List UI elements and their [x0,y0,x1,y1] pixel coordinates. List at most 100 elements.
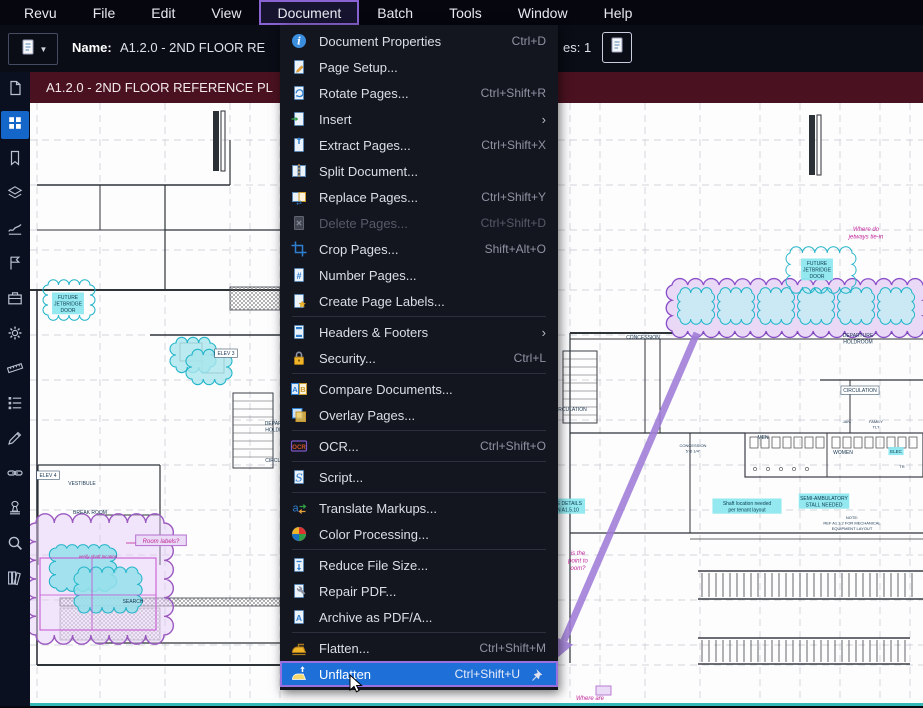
future-jetbridge-markup[interactable] [666,279,923,338]
document-tab[interactable]: A1.2.0 - 2ND FLOOR REFERENCE PL [46,80,273,95]
menu-item-label: Extract Pages... [319,138,411,153]
menu-item-create-page-labels[interactable]: Create Page Labels... [280,288,558,314]
plan-annotation-cyan[interactable]: FUTUREJETBRIDGEDOOR [52,293,84,315]
sidebar-item-links[interactable] [1,461,29,489]
menu-item-label: Security... [319,351,376,366]
menu-item-color-processing[interactable]: Color Processing... [280,521,558,547]
plan-annotation-label: WOMEN [833,450,853,456]
plan-annotation-cyan[interactable]: ELEC [888,447,903,455]
sidebar-item-thumbnails[interactable] [1,111,29,139]
menu-item-replace-pages[interactable]: ⇄Replace Pages...Ctrl+Shift+Y [280,184,558,210]
menu-item-number-pages[interactable]: #Number Pages... [280,262,558,288]
sidebar-item-properties[interactable] [1,321,29,349]
menu-tools[interactable]: Tools [431,0,500,25]
menu-item-unflatten[interactable]: UnflattenCtrl+Shift+U [280,661,558,687]
menu-file[interactable]: File [75,0,134,25]
menu-item-label: Flatten... [319,641,370,656]
forms-icon [6,429,24,452]
plan-annotation-magenta[interactable]: verify shaft location [79,554,118,559]
plan-annotation-cyan[interactable]: Shaft location neededper tenant layout [712,499,781,514]
security-icon [290,349,308,367]
menu-item-label: Translate Markups... [319,501,437,516]
plan-annotation-label: CONCESSION [626,335,660,341]
menu-item-ocr[interactable]: OCROCR...Ctrl+Shift+O [280,433,558,459]
menu-item-headers-footers[interactable]: Headers & Footers› [280,319,558,345]
plan-annotation-cyan[interactable]: SEMI-AMBULATORYSTALL NEEDED [799,494,850,509]
mouse-cursor [349,674,365,696]
menu-edit[interactable]: Edit [133,0,193,25]
menu-item-crop-pages[interactable]: Crop Pages...Shift+Alt+O [280,236,558,262]
svg-text:CIRCULATION: CIRCULATION [843,388,877,394]
menu-item-page-setup[interactable]: Page Setup... [280,54,558,80]
magenta-box-markup[interactable] [596,686,611,695]
plan-annotation-cyan[interactable]: FUTUREJETBRIDGEDOOR [801,259,833,281]
menu-item-flatten[interactable]: Flatten...Ctrl+Shift+M [280,635,558,661]
menu-separator [292,632,546,633]
menu-shortcut: Ctrl+Shift+O [480,439,546,453]
svg-text:Shaft location neededper tenan: Shaft location neededper tenant layout [723,501,772,514]
sidebar-item-markup-list[interactable] [1,391,29,419]
plan-annotation-magenta[interactable]: Where dojetways tie-in [848,227,884,241]
menu-item-script[interactable]: S Script... [280,464,558,490]
file-access-icon [6,79,24,102]
plan-annotation-magenta[interactable]: Where are [576,696,605,702]
sidebar-item-stamps[interactable] [1,496,29,524]
svg-text:#: # [296,271,301,281]
menu-item-document-properties[interactable]: iDocument PropertiesCtrl+D [280,28,558,54]
document-selector[interactable]: ▼ [8,33,58,65]
menu-item-label: Archive as PDF/A... [319,610,432,625]
menu-item-archive-as-pdf-a[interactable]: AArchive as PDF/A... [280,604,558,630]
sidebar-item-measurements[interactable] [1,356,29,384]
layers-icon [6,184,24,207]
menu-view[interactable]: View [193,0,259,25]
menu-window[interactable]: Window [500,0,586,25]
menu-document[interactable]: Document [259,0,359,25]
punch-area-markup[interactable] [30,514,173,644]
translate-markups-icon: a [290,499,308,517]
sidebar-item-forms[interactable] [1,426,29,454]
menu-item-label: Replace Pages... [319,190,418,205]
menu-item-insert[interactable]: Insert› [280,106,558,132]
menu-revu[interactable]: Revu [6,0,75,25]
pin-icon[interactable] [530,666,546,682]
menu-item-compare-documents[interactable]: ABCompare Documents... [280,376,558,402]
delete-pages-icon [290,214,308,232]
replace-pages-icon: ⇄ [290,188,308,206]
number-pages-icon: # [290,266,308,284]
ocr-icon: OCR [290,437,308,455]
sidebar-item-bookmarks[interactable] [1,146,29,174]
sidebar-item-file-access[interactable] [1,76,29,104]
flags-icon [6,254,24,277]
svg-text:S: S [295,472,303,485]
svg-text:⇄: ⇄ [296,200,302,206]
sidebar-item-signatures[interactable] [1,216,29,244]
svg-text:BREAK ROOM: BREAK ROOM [73,510,107,516]
menu-item-split-document[interactable]: Split Document... [280,158,558,184]
menu-item-security[interactable]: Security... Ctrl+L [280,345,558,371]
stamps-icon [6,499,24,522]
sidebar-item-flags[interactable] [1,251,29,279]
menu-help[interactable]: Help [586,0,651,25]
svg-text:SEARCH: SEARCH [123,599,144,605]
page-setup-button[interactable] [602,32,632,63]
plan-annotation-label: MEN [757,435,769,441]
menu-item-translate-markups[interactable]: a Translate Markups... [280,495,558,521]
menu-item-rotate-pages[interactable]: Rotate Pages...Ctrl+Shift+R [280,80,558,106]
sidebar-item-search[interactable] [1,531,29,559]
menu-item-label: Script... [319,470,363,485]
create-page-labels-icon [290,292,308,310]
sidebar-item-tool-chest[interactable] [1,286,29,314]
menu-item-extract-pages[interactable]: Extract Pages...Ctrl+Shift+X [280,132,558,158]
menu-separator [292,461,546,462]
sidebar-item-bookshelf[interactable] [1,566,29,594]
menu-item-repair-pdf[interactable]: Repair PDF... [280,578,558,604]
menu-batch[interactable]: Batch [359,0,431,25]
menu-shortcut: Ctrl+L [514,351,546,365]
document-properties-icon: i [290,32,308,50]
sidebar-item-layers[interactable] [1,181,29,209]
unflatten-icon [290,665,308,683]
menu-item-reduce-file-size[interactable]: Reduce File Size... [280,552,558,578]
menu-item-overlay-pages[interactable]: Overlay Pages... [280,402,558,428]
svg-text:DEPARTUREHOLDROOM: DEPARTUREHOLDROOM [843,333,874,346]
tool-chest-icon [6,289,24,312]
